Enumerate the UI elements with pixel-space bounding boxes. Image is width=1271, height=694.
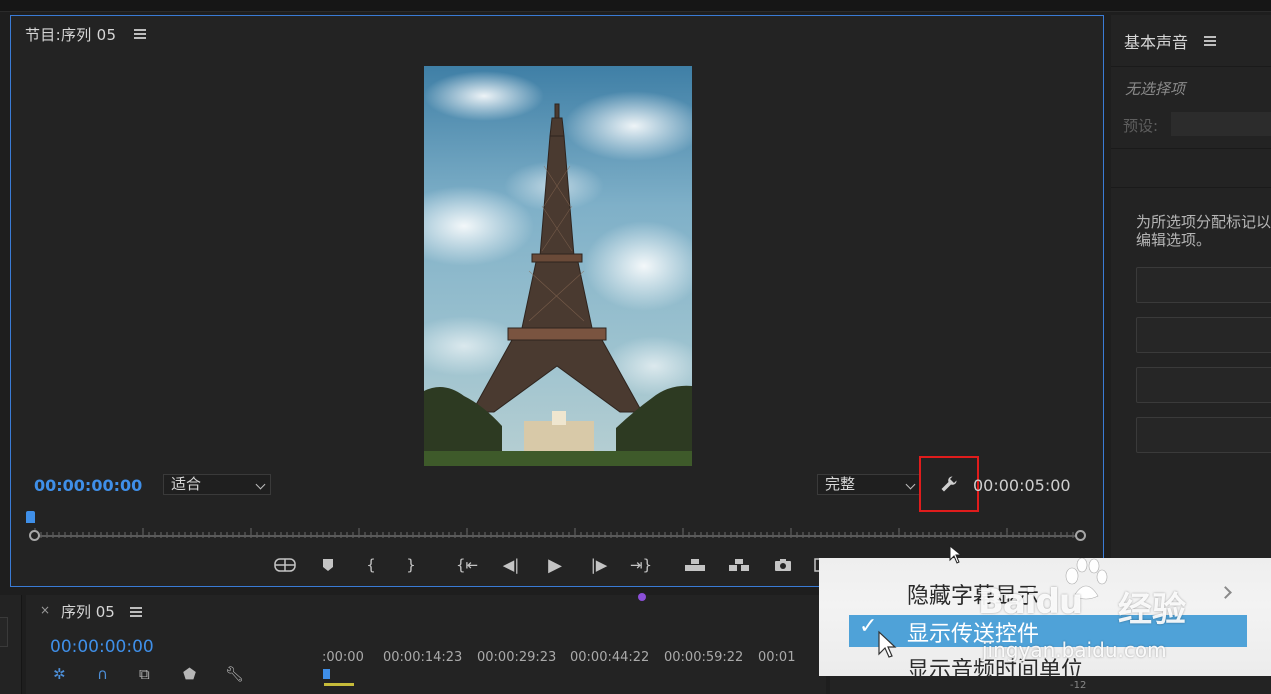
description-line: 为所选项分配标记以: [1136, 213, 1271, 231]
sequence-tab[interactable]: 序列 05: [61, 601, 115, 622]
zoom-select[interactable]: 适合: [163, 474, 271, 495]
timeline-panel: × 序列 05 00:00:00:00 ✲ ∩ ⧉ ⬟ 🔧︎ :00:00 00…: [26, 595, 826, 694]
nest-icon[interactable]: ✲: [53, 665, 66, 683]
camera-icon[interactable]: [769, 553, 797, 577]
ruler-label: 00:00:59:22: [664, 650, 744, 665]
submenu-arrow-icon: [1219, 586, 1232, 599]
mark-in-icon[interactable]: {: [357, 553, 385, 577]
safe-margins-icon[interactable]: [271, 553, 299, 577]
close-tab-icon[interactable]: ×: [40, 603, 50, 617]
add-marker-icon[interactable]: ⬟: [183, 665, 196, 683]
chevron-down-icon: [905, 479, 916, 490]
checkmark-icon: ✓: [859, 614, 878, 639]
extract-icon[interactable]: [725, 553, 753, 577]
mark-out-icon[interactable]: }: [397, 553, 425, 577]
wrench-icon: [941, 476, 957, 492]
sfx-button[interactable]: [1136, 367, 1271, 403]
ruler-label: 00:00:44:22: [570, 650, 650, 665]
ruler-label: :00:00: [322, 650, 364, 665]
lift-icon[interactable]: [681, 553, 709, 577]
program-monitor-panel: 节目:序列 05 00:00:00:00 适合 完整 00:00:05:00 {…: [10, 15, 1104, 587]
music-button[interactable]: [1136, 317, 1271, 353]
context-menu-photo: 隐藏字幕显示 ✓ 显示传送控件 显示音频时间单位: [819, 558, 1271, 676]
panel-edge: [0, 617, 8, 647]
transport-controls: { } {⇤ ◀| ▶ |▶ ⇥}: [269, 553, 829, 577]
timeline-timecode[interactable]: 00:00:00:00: [50, 637, 154, 657]
marker-dot: [638, 593, 646, 601]
panel-menu-icon[interactable]: [1204, 36, 1216, 46]
work-area-bar[interactable]: [324, 683, 354, 686]
step-forward-icon[interactable]: |▶: [585, 553, 613, 577]
divider: [1111, 187, 1271, 188]
menu-item-audio-time-units[interactable]: 显示音频时间单位: [907, 652, 1083, 676]
snap-magnet-icon[interactable]: ∩: [97, 665, 108, 683]
divider: [1111, 66, 1271, 67]
go-to-in-icon[interactable]: {⇤: [453, 553, 481, 577]
project-panel-stub: [0, 595, 22, 694]
chevron-down-icon: [255, 479, 266, 490]
linked-selection-icon[interactable]: ⧉: [139, 665, 150, 683]
eiffel-tower-image: [424, 66, 692, 466]
timeline-playhead[interactable]: [323, 669, 330, 679]
zoom-handle-right[interactable]: [1075, 530, 1086, 541]
go-to-out-icon[interactable]: ⇥}: [627, 553, 655, 577]
ambience-button[interactable]: [1136, 417, 1271, 453]
video-preview: [424, 66, 692, 466]
ruler-label: 00:00:29:23: [477, 650, 557, 665]
panel-title: 节目:序列 05: [25, 26, 117, 44]
panel-menu-icon[interactable]: [134, 29, 146, 39]
playhead-handle[interactable]: [26, 511, 35, 523]
dialogue-button[interactable]: [1136, 267, 1271, 303]
timeline-ruler[interactable]: :00:00 00:00:14:23 00:00:29:23 00:00:44:…: [322, 650, 826, 694]
ruler-label: 00:01: [758, 650, 796, 665]
preset-label: 预设:: [1123, 117, 1159, 135]
ruler-label: 00:00:14:23: [383, 650, 463, 665]
assign-tag-description: 为所选项分配标记以 编辑选项。: [1136, 213, 1271, 249]
zoom-handle-left[interactable]: [29, 530, 40, 541]
meter-label: -12: [1070, 680, 1087, 691]
top-strip: [0, 0, 1271, 12]
zoom-select-value: 适合: [171, 475, 202, 493]
panel-title: 基本声音: [1124, 33, 1189, 52]
timeline-tools: ✲ ∩ ⧉ ⬟ 🔧︎: [50, 665, 250, 685]
no-selection-label: 无选择项: [1125, 80, 1186, 98]
current-timecode[interactable]: 00:00:00:00: [34, 476, 142, 495]
step-back-icon[interactable]: ◀|: [497, 553, 525, 577]
play-icon[interactable]: ▶: [541, 553, 569, 577]
description-line: 编辑选项。: [1136, 231, 1212, 249]
preset-dropdown[interactable]: [1171, 112, 1271, 136]
quality-select-value: 完整: [825, 475, 856, 493]
quality-select[interactable]: 完整: [817, 474, 921, 495]
settings-button-highlight[interactable]: [919, 456, 979, 512]
menu-item-hide-captions[interactable]: 隐藏字幕显示: [907, 578, 1039, 610]
duration-timecode: 00:00:05:00: [973, 476, 1071, 495]
wrench-icon[interactable]: 🔧︎: [225, 665, 244, 683]
panel-menu-icon[interactable]: [130, 607, 142, 617]
zoom-scroll-bar[interactable]: [35, 535, 1081, 537]
mouse-cursor-icon: [878, 630, 897, 658]
mouse-cursor-icon: [949, 545, 963, 564]
essential-sound-panel: 基本声音 无选择项 预设: 为所选项分配标记以 编辑选项。: [1111, 15, 1271, 595]
divider: [1111, 148, 1271, 149]
add-marker-icon[interactable]: [314, 553, 342, 577]
menu-item-show-transport[interactable]: 显示传送控件: [907, 616, 1039, 648]
